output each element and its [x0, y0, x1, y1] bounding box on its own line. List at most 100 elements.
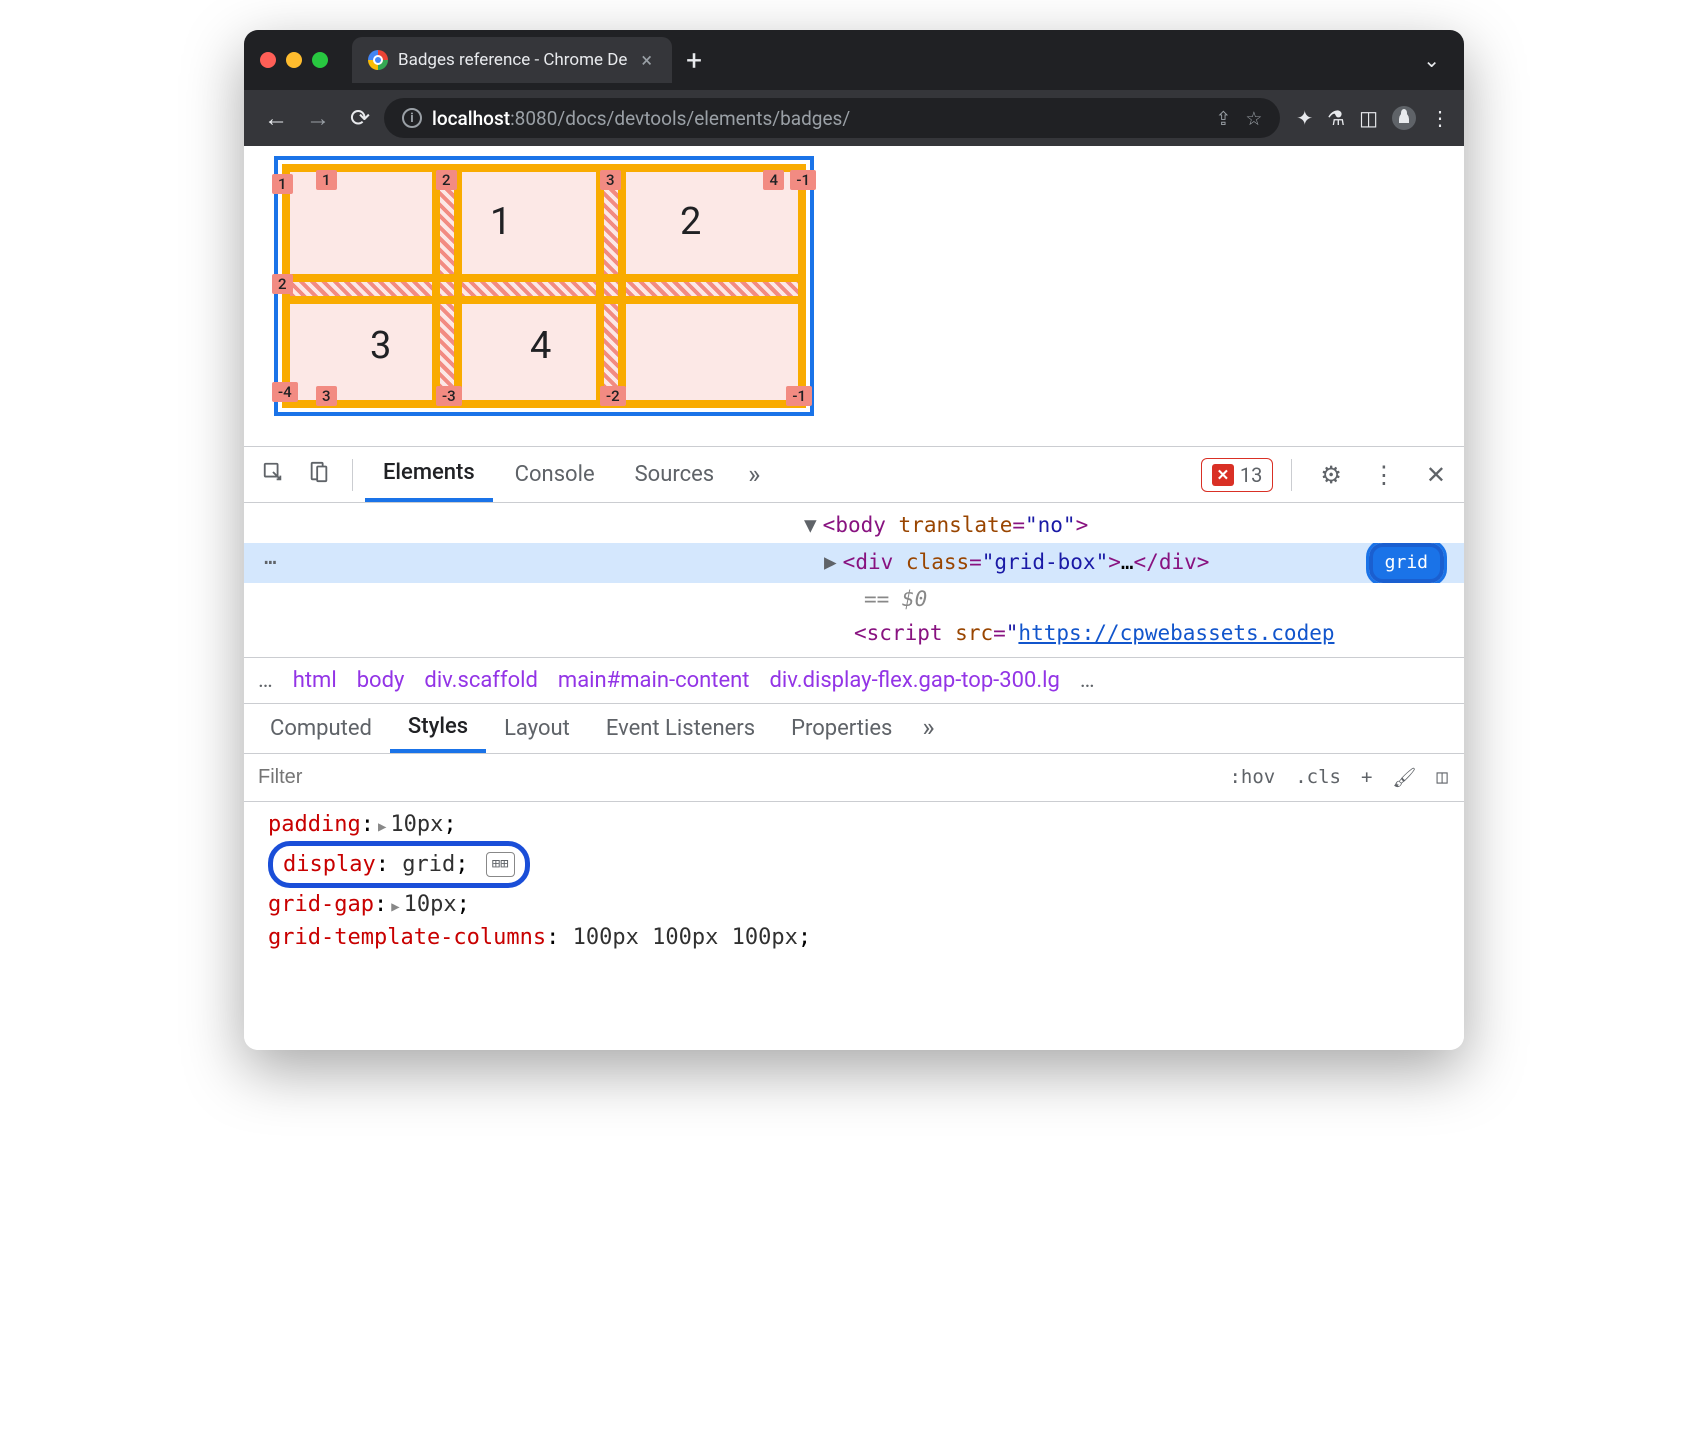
css-prop-cols: grid-template-columns — [268, 925, 546, 950]
styles-filter-row: :hov .cls + 🖌 ◫ — [244, 754, 1464, 802]
css-declaration[interactable]: padding:▶10px; — [268, 808, 1440, 841]
grid-label-bottom: -1 — [786, 386, 812, 406]
browser-tab[interactable]: Badges reference - Chrome De × — [352, 37, 672, 83]
tab-console[interactable]: Console — [497, 447, 613, 502]
chrome-favicon — [368, 50, 388, 70]
device-toggle-icon[interactable] — [298, 461, 340, 489]
devtools-menu-icon[interactable]: ⋮ — [1362, 461, 1406, 489]
grid-label-bottom: -3 — [436, 386, 462, 406]
grid-badge[interactable]: grid — [1369, 543, 1444, 584]
grid-cell-1: 1 — [490, 200, 511, 244]
breadcrumb-overflow[interactable]: … — [258, 668, 273, 693]
traffic-lights — [260, 52, 328, 68]
browser-window: Badges reference - Chrome De × + ⌄ ← → ⟳… — [244, 30, 1464, 1050]
styles-tabbar: Computed Styles Layout Event Listeners P… — [244, 704, 1464, 754]
tab-event-listeners[interactable]: Event Listeners — [588, 704, 773, 753]
dom-line-body[interactable]: ▼<body translate="no"> — [244, 509, 1464, 543]
highlight-display-grid: display: grid; ⊞⊞ — [268, 841, 530, 888]
toolbar: ← → ⟳ i localhost:8080/docs/devtools/ele… — [244, 90, 1464, 146]
css-declaration[interactable]: grid-gap:▶10px; — [268, 888, 1440, 921]
devtools: Elements Console Sources » ✕ 13 ⚙ ⋮ ✕ ▼<… — [244, 446, 1464, 1050]
grid-label-bottom: -2 — [600, 386, 626, 406]
grid-col-label: 2 — [436, 170, 457, 190]
css-prop-gap: grid-gap — [268, 892, 374, 917]
grid-cell-2: 2 — [680, 200, 701, 244]
styles-overflow-icon[interactable]: » — [910, 713, 946, 743]
nav-forward-button[interactable]: → — [300, 104, 336, 133]
error-count: 13 — [1240, 463, 1262, 487]
styles-filter-input[interactable] — [244, 766, 1223, 789]
profile-avatar[interactable] — [1392, 106, 1416, 130]
window-close-button[interactable] — [260, 52, 276, 68]
breadcrumb-overflow[interactable]: … — [1080, 668, 1095, 693]
devtools-close-icon[interactable]: ✕ — [1416, 461, 1456, 489]
grid-row-label: 2 — [272, 274, 293, 294]
url-port: :8080 — [510, 107, 557, 130]
cls-toggle[interactable]: .cls — [1289, 766, 1347, 788]
devtools-tabbar: Elements Console Sources » ✕ 13 ⚙ ⋮ ✕ — [244, 447, 1464, 503]
new-tab-button[interactable]: + — [686, 44, 702, 77]
collapse-triangle-icon[interactable]: ▼ — [804, 513, 817, 537]
grid-col-label: 1 — [316, 170, 337, 190]
grid-col-label: 3 — [600, 170, 621, 190]
url-path: /docs/devtools/elements/badges/ — [557, 107, 850, 130]
site-info-icon[interactable]: i — [402, 108, 422, 128]
share-icon[interactable]: ⇪ — [1215, 107, 1231, 130]
css-val-padding: 10px — [390, 812, 443, 837]
script-url[interactable]: https://cpwebassets.codep — [1018, 621, 1334, 645]
computed-toggle-icon[interactable]: ◫ — [1431, 766, 1454, 788]
breadcrumb-item[interactable]: main#main-content — [558, 668, 750, 693]
tab-layout[interactable]: Layout — [486, 704, 588, 753]
error-count-badge[interactable]: ✕ 13 — [1201, 458, 1273, 492]
tab-sources[interactable]: Sources — [617, 447, 733, 502]
dom-tree[interactable]: ▼<body translate="no"> ▶<div class="grid… — [244, 503, 1464, 657]
css-rule-block[interactable]: padding:▶10px; display: grid; ⊞⊞ grid-ga… — [244, 802, 1464, 960]
paint-icon[interactable]: 🖌 — [1386, 766, 1422, 789]
grid-label-bottom: 3 — [316, 386, 337, 406]
dom-ellipsis: … — [1121, 546, 1134, 580]
css-declaration-display[interactable]: display: grid; ⊞⊞ — [268, 841, 1440, 888]
error-icon: ✕ — [1212, 464, 1234, 486]
settings-icon[interactable]: ⚙ — [1310, 461, 1352, 489]
dom-breadcrumb: … html body div.scaffold main#main-conte… — [244, 657, 1464, 704]
window-maximize-button[interactable] — [312, 52, 328, 68]
grid-cell-3: 3 — [370, 324, 391, 368]
bookmark-icon[interactable]: ☆ — [1245, 107, 1262, 130]
tab-computed[interactable]: Computed — [252, 704, 390, 753]
expand-arrow-icon[interactable]: ▶ — [391, 897, 399, 918]
nav-back-button[interactable]: ← — [258, 104, 294, 133]
breadcrumb-item[interactable]: div.display-flex.gap-top-300.lg — [770, 668, 1060, 693]
grid-col-label: -1 — [790, 170, 816, 190]
nav-reload-button[interactable]: ⟳ — [342, 104, 378, 132]
dom-line-script[interactable]: <script src="https://cpwebassets.codep — [244, 617, 1464, 651]
tab-styles[interactable]: Styles — [390, 704, 486, 753]
omnibox[interactable]: i localhost:8080/docs/devtools/elements/… — [384, 98, 1280, 138]
sidepanel-icon[interactable]: ◫ — [1359, 106, 1378, 130]
hov-toggle[interactable]: :hov — [1223, 766, 1281, 788]
labs-icon[interactable]: ⚗ — [1327, 106, 1345, 130]
tabs-overflow-icon[interactable]: » — [736, 460, 772, 490]
inspect-icon[interactable] — [252, 461, 294, 489]
css-declaration[interactable]: grid-template-columns: 100px 100px 100px… — [268, 921, 1440, 954]
extensions-icon[interactable]: ✦ — [1296, 106, 1313, 130]
window-minimize-button[interactable] — [286, 52, 302, 68]
css-val-gap: 10px — [404, 892, 457, 917]
expand-arrow-icon[interactable]: ▶ — [378, 817, 386, 838]
tab-close-button[interactable]: × — [637, 48, 656, 72]
breadcrumb-item[interactable]: div.scaffold — [424, 668, 538, 693]
kebab-menu-icon[interactable]: ⋮ — [1430, 106, 1450, 130]
grid-editor-icon[interactable]: ⊞⊞ — [486, 852, 515, 877]
breadcrumb-item[interactable]: body — [357, 668, 405, 693]
page-viewport: 1 2 3 4 1 1 2 3 4 -1 2 -4 3 -3 -2 -1 — [244, 146, 1464, 446]
breadcrumb-item[interactable]: html — [293, 668, 337, 693]
tabs-overflow-button[interactable]: ⌄ — [1423, 48, 1440, 72]
collapse-triangle-icon[interactable]: ▶ — [824, 546, 837, 580]
dom-line-selected[interactable]: ▶<div class="grid-box">…</div> grid — [244, 543, 1464, 584]
new-rule-button[interactable]: + — [1355, 766, 1378, 788]
tab-elements[interactable]: Elements — [365, 447, 493, 502]
grid-col-label: 4 — [763, 170, 784, 190]
grid-label-bottom: -4 — [272, 382, 298, 402]
tab-properties[interactable]: Properties — [773, 704, 910, 753]
dom-selected-marker: == $0 — [244, 583, 1464, 617]
grid-overlay: 1 2 3 4 1 1 2 3 4 -1 2 -4 3 -3 -2 -1 — [274, 156, 814, 416]
